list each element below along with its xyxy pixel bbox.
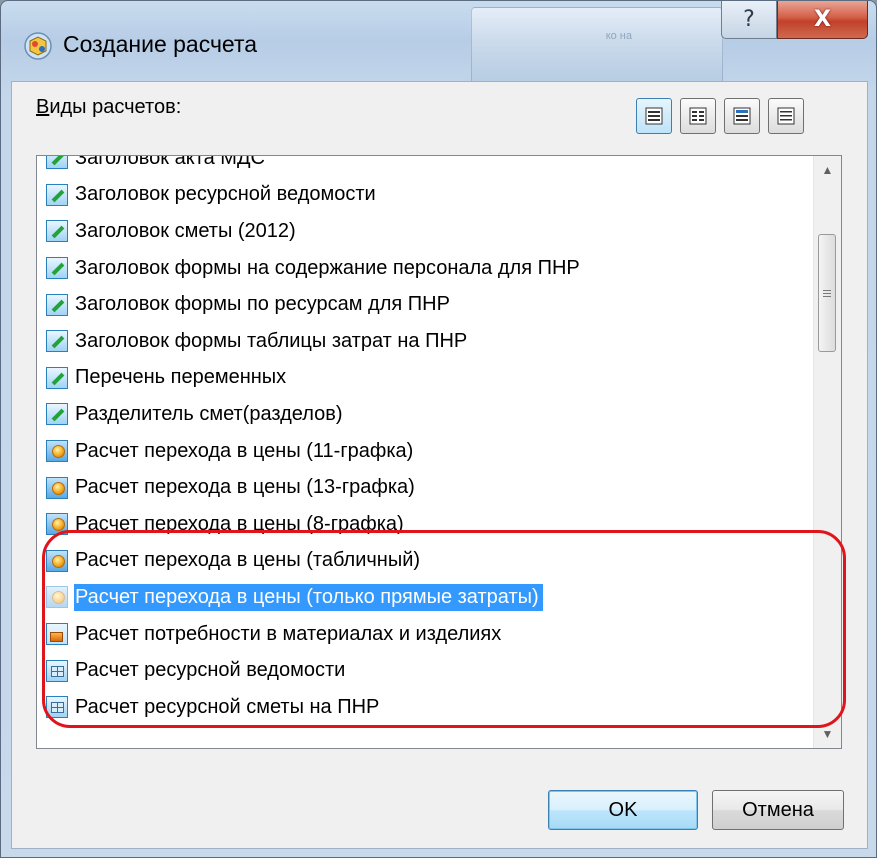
coin-icon — [46, 476, 68, 499]
list-item[interactable]: Расчет перехода в цены (13-графка) — [37, 469, 813, 506]
edit-icon — [46, 366, 68, 389]
list-view-icon — [689, 107, 707, 125]
edit-icon — [46, 156, 68, 170]
list-item-label: Перечень переменных — [75, 366, 287, 389]
list-item[interactable]: Заголовок сметы (2012) — [37, 213, 813, 250]
tiles-view-icon — [777, 107, 795, 125]
list-item[interactable]: Перечень переменных — [37, 360, 813, 397]
help-button[interactable]: ? — [721, 1, 777, 39]
list-item-label: Разделитель смет(разделов) — [75, 402, 343, 425]
list-item-label: Заголовок сметы (2012) — [75, 219, 296, 242]
title-bar[interactable]: ко на Создание расчета ? X — [1, 1, 876, 89]
list-item-label: Заголовок формы таблицы затрат на ПНР — [75, 329, 468, 352]
calc-types-label: Виды расчетов: — [36, 96, 181, 119]
edit-icon — [46, 220, 68, 243]
list-item[interactable]: Заголовок ресурсной ведомости — [37, 177, 813, 214]
app-icon — [24, 32, 52, 60]
create-calculation-dialog: ко на Создание расчета ? X Виды расчетов… — [0, 0, 877, 858]
scroll-down-arrow[interactable]: ▼ — [814, 720, 841, 748]
scroll-thumb[interactable] — [818, 234, 836, 352]
tiles-view-button[interactable] — [768, 98, 804, 134]
list-item-label: Заголовок акта МДС — [75, 155, 265, 169]
close-button[interactable]: X — [777, 1, 868, 39]
list-item-label: Заголовок формы по ресурсам для ПНР — [75, 293, 450, 316]
list-item[interactable]: Заголовок формы по ресурсам для ПНР — [37, 286, 813, 323]
list-item-label: Заголовок формы на содержание персонала … — [75, 256, 580, 279]
scroll-up-icon: ▲ — [821, 163, 834, 177]
dialog-body: Виды расчетов: Заголовок акта МДС Заголо… — [11, 81, 868, 849]
help-icon: ? — [743, 7, 755, 32]
details-view-button[interactable] — [636, 98, 672, 134]
window-title: Создание расчета — [63, 31, 258, 57]
small-icons-view-button[interactable] — [724, 98, 760, 134]
edit-icon — [46, 330, 68, 353]
list-item[interactable]: Расчет потребности в материалах и издели… — [37, 616, 813, 653]
coin-icon — [46, 440, 68, 463]
small-icons-view-icon — [733, 107, 751, 125]
list-item[interactable]: Расчет перехода в цены (8-графка) — [37, 506, 813, 543]
list-item[interactable]: Заголовок акта МДС — [37, 155, 813, 177]
list-item-label: Расчет ресурсной ведомости — [75, 659, 346, 682]
close-icon: X — [814, 7, 831, 32]
list-item[interactable]: Заголовок формы таблицы затрат на ПНР — [37, 323, 813, 360]
grid-icon — [46, 696, 68, 719]
list-item-label: Расчет потребности в материалах и издели… — [75, 622, 502, 645]
list-item-label: Заголовок ресурсной ведомости — [75, 183, 376, 206]
vertical-scrollbar[interactable]: ▲ ▼ — [813, 156, 841, 748]
list-item-label: Расчет перехода в цены (табличный) — [75, 549, 421, 572]
list-rows: Заголовок акта МДС Заголовок ресурсной ве… — [37, 155, 813, 726]
coin-icon — [46, 586, 68, 609]
background-window-caption: ко на — [605, 30, 632, 42]
coin-icon — [46, 549, 68, 572]
list-item-label: Расчет перехода в цены (11-графка) — [75, 439, 414, 462]
list-item[interactable]: Расчет перехода в цены (табличный) — [37, 543, 813, 580]
scroll-down-icon: ▼ — [821, 727, 834, 741]
list-item[interactable]: Разделитель смет(разделов) — [37, 396, 813, 433]
list-item[interactable]: Расчет перехода в цены (11-графка) — [37, 433, 813, 470]
coin-icon — [46, 513, 68, 536]
calc-types-list[interactable]: Заголовок акта МДС Заголовок ресурсной ве… — [36, 155, 842, 749]
details-view-icon — [645, 107, 663, 125]
grid-icon — [46, 659, 68, 682]
list-item[interactable]: Заголовок формы на содержание персонала … — [37, 250, 813, 287]
scroll-up-arrow[interactable]: ▲ — [814, 156, 841, 184]
background-window-fragment: ко на — [471, 7, 723, 85]
edit-icon — [46, 403, 68, 426]
list-item-label: Расчет ресурсной сметы на ПНР — [75, 695, 380, 718]
list-item-label: Расчет перехода в цены (только прямые за… — [74, 583, 543, 611]
ok-button[interactable]: OK — [548, 790, 698, 830]
list-item-label: Расчет перехода в цены (8-графка) — [75, 512, 404, 535]
list-item[interactable]: Расчет ресурсной ведомости — [37, 652, 813, 689]
edit-icon — [46, 183, 68, 206]
list-item-label: Расчет перехода в цены (13-графка) — [75, 476, 415, 499]
calc-types-label-text: иды расчетов: — [49, 96, 182, 118]
box-icon — [46, 623, 68, 646]
edit-icon — [46, 293, 68, 316]
cancel-button[interactable]: Отмена — [712, 790, 844, 830]
list-item[interactable]: Расчет ресурсной сметы на ПНР — [37, 689, 813, 726]
list-view-button[interactable] — [680, 98, 716, 134]
scroll-grip-icon — [823, 289, 831, 297]
calc-types-label-accel: В — [36, 96, 50, 118]
list-item[interactable]: Расчет перехода в цены (только прямые за… — [37, 579, 813, 616]
edit-icon — [46, 257, 68, 280]
